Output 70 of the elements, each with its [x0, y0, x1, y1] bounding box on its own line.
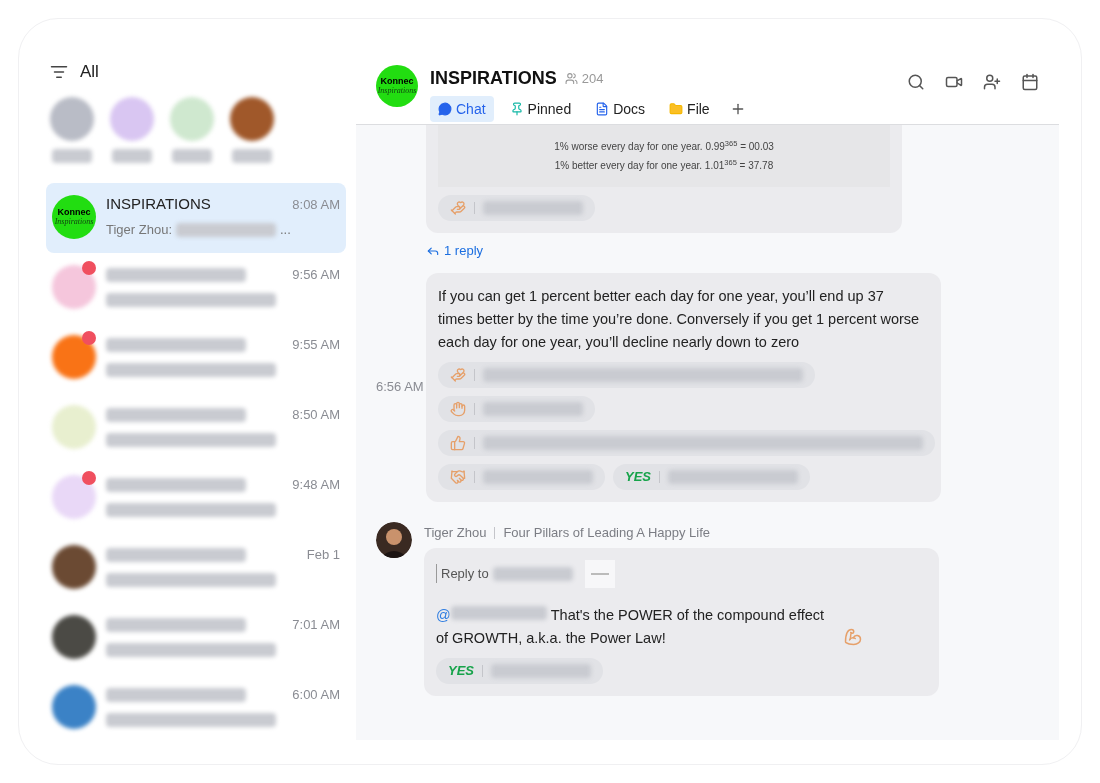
reply-to-label: Reply to: [436, 563, 489, 584]
redacted-text: [112, 148, 152, 163]
heart-hand-icon: [450, 366, 466, 383]
chat-list-item[interactable]: Konnec Inspirations INSPIRATIONS 8:08 AM Tiger Zhou: ...: [46, 182, 346, 253]
redacted-text: [172, 148, 212, 163]
calendar-icon[interactable]: [1021, 73, 1039, 91]
tab[interactable]: Docs: [587, 96, 654, 122]
reaction-chip[interactable]: [438, 463, 605, 490]
tab[interactable]: Pinned: [501, 96, 580, 122]
message-time: 6:56 AM: [376, 378, 424, 396]
reaction-chip[interactable]: YES: [436, 658, 603, 685]
chat-list-item[interactable]: 9:55 AM: [46, 322, 346, 393]
chat-time: 8:50 AM: [292, 405, 340, 424]
chat-name: INSPIRATIONS: [106, 194, 211, 215]
redacted-text: [232, 148, 272, 163]
chat-list-item[interactable]: 9:56 AM: [46, 252, 346, 323]
redacted-text: [52, 148, 92, 163]
chat-time: 7:01 AM: [292, 615, 340, 634]
reaction-chip[interactable]: [438, 361, 815, 388]
chat-time: 6:00 AM: [292, 685, 340, 704]
hand-icon: [450, 400, 466, 417]
search-icon[interactable]: [907, 73, 925, 91]
chat-time: 8:08 AM: [292, 195, 340, 214]
image-attachment[interactable]: 1% worse every day for one year. 0.99$^{365}$ = 00.03 1% better every day for one year. 1.01$^{365}$ = 37.78: [438, 125, 890, 187]
thumbs-up-icon: [450, 434, 466, 451]
reaction-chip[interactable]: [438, 429, 935, 456]
sidebar-title: All: [80, 61, 99, 83]
avatar: [376, 521, 412, 558]
reaction-chip[interactable]: [438, 395, 595, 422]
thread-topic: Four Pillars of Leading A Happy Life: [503, 523, 711, 542]
chat-time: 9:56 AM: [292, 265, 340, 284]
logo-text: Konnec: [380, 76, 414, 86]
chat-title: INSPIRATIONS: [430, 67, 557, 90]
chat-preview: Tiger Zhou:: [106, 220, 172, 239]
add-member-icon[interactable]: [983, 73, 1001, 91]
chat-time: 9:48 AM: [292, 475, 340, 494]
logo-text: Inspirations: [54, 216, 94, 227]
sender-name: Tiger Zhou: [424, 523, 487, 542]
favorite-avatar[interactable]: [230, 96, 274, 141]
message-text: If you can get 1 percent better each day for one year, you’ll end up 37 times better by the time you’re done. Conversely if you get 1 percent worse each day for one year, you’ll decline nearly down to zero: [438, 286, 921, 352]
document-icon: [595, 102, 610, 116]
tab[interactable]: Chat: [430, 96, 494, 122]
members-icon: [564, 72, 578, 85]
pin-icon: [509, 102, 524, 116]
chat-list-item[interactable]: 7:01 AM: [46, 602, 346, 673]
chat-list-item[interactable]: 8:50 AM: [46, 392, 346, 463]
chat-time: Feb 1: [306, 545, 340, 564]
yes-label: YES: [448, 662, 474, 681]
chat-list-item[interactable]: 9:48 AM: [46, 462, 346, 533]
chat-time: 9:55 AM: [292, 335, 340, 354]
message-text: @ That's the POWER of the compound effect of GROWTH, a.k.a. the Power Law!: [436, 605, 826, 649]
reaction-chip[interactable]: YES: [613, 463, 810, 490]
reply-link[interactable]: 1 reply: [426, 241, 1059, 261]
flexed-arm-icon: [844, 628, 862, 647]
chat-list-item[interactable]: Feb 1: [46, 532, 346, 603]
formula-line: 1% better every day for one year. 1.01$^{365}$ = 37.78: [554, 158, 774, 173]
tab[interactable]: File: [661, 96, 718, 122]
thumbnail: [584, 559, 615, 588]
formula-line: 1% worse every day for one year. 0.99$^{365}$ = 00.03: [554, 139, 774, 154]
heart-hand-icon: [450, 200, 466, 216]
logo-text: Konnec: [57, 206, 91, 217]
reaction-chip[interactable]: [438, 195, 595, 221]
member-count: 204: [581, 69, 604, 88]
ellipsis: ...: [280, 220, 291, 239]
logo-text: Inspirations: [377, 86, 417, 96]
chat-bubble-icon: [438, 102, 452, 116]
handshake-icon: [450, 468, 466, 485]
folder-icon: [669, 102, 684, 116]
chat-list-item[interactable]: 6:00 AM: [46, 672, 346, 743]
yes-label: YES: [625, 467, 651, 486]
